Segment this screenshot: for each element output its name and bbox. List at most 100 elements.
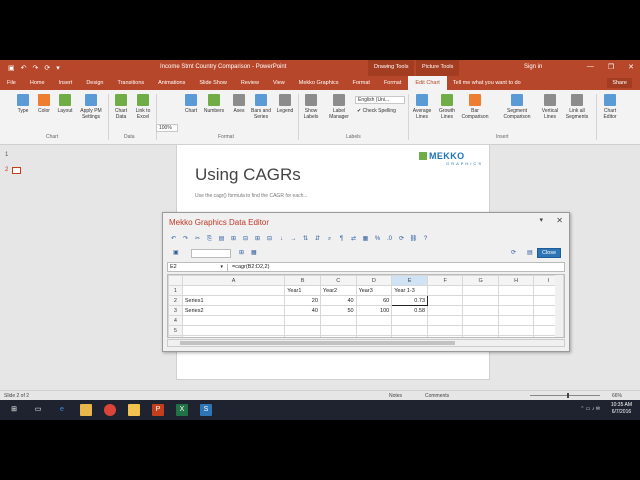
cut-icon[interactable]: ✂ bbox=[193, 235, 202, 243]
column-header-a[interactable]: A bbox=[181, 275, 286, 286]
grid-cell[interactable] bbox=[181, 335, 286, 337]
grid-cell[interactable] bbox=[319, 315, 357, 326]
link-to-excel-button[interactable]: Link to Excel bbox=[132, 94, 154, 120]
file-explorer-icon[interactable] bbox=[80, 404, 92, 416]
clock[interactable]: 10:35 AM 6/7/2016 bbox=[611, 402, 632, 416]
show-labels-button[interactable]: Show Labels bbox=[300, 94, 322, 120]
delete-column-icon[interactable]: ⊟ bbox=[265, 235, 274, 243]
font-dropdown[interactable] bbox=[191, 249, 231, 258]
grid-cell[interactable] bbox=[462, 285, 499, 296]
tab-format-drawing[interactable]: Format bbox=[346, 76, 377, 90]
grid-cell[interactable]: Series2 bbox=[181, 305, 286, 316]
tab-review[interactable]: Review bbox=[234, 76, 266, 90]
tab-transitions[interactable]: Transitions bbox=[110, 76, 151, 90]
type-button[interactable]: Type bbox=[12, 94, 34, 114]
fill-down-icon[interactable]: ↓ bbox=[277, 235, 286, 243]
mekko-app-icon[interactable]: S bbox=[200, 404, 212, 416]
slide-subtext[interactable]: Use the cagr() formula to find the CAGR … bbox=[195, 193, 308, 199]
color-button[interactable]: Color bbox=[33, 94, 55, 114]
column-header-d[interactable]: D bbox=[355, 275, 393, 286]
zoom-level[interactable]: 66% bbox=[612, 393, 622, 399]
row-header[interactable]: 6 bbox=[168, 335, 183, 337]
row-header[interactable]: 5 bbox=[168, 325, 183, 336]
tab-format-picture[interactable]: Format bbox=[377, 76, 408, 90]
tab-view[interactable]: View bbox=[266, 76, 292, 90]
editor-close-icon[interactable]: ✕ bbox=[556, 216, 563, 225]
grid-cell[interactable] bbox=[497, 295, 535, 306]
column-header-e[interactable]: E bbox=[391, 275, 429, 286]
grid-cell[interactable] bbox=[427, 285, 464, 296]
chart-refresh-icon[interactable]: ⟳ bbox=[397, 235, 406, 243]
cell-reference-box[interactable]: E2 ▾ bbox=[170, 264, 228, 271]
grid-cell[interactable] bbox=[497, 315, 535, 326]
find-icon[interactable]: ⌕ bbox=[325, 235, 334, 243]
grid-cell[interactable] bbox=[462, 305, 499, 316]
link-all-segments-button[interactable]: Link all Segments bbox=[562, 94, 592, 120]
transpose-icon[interactable]: ⇄ bbox=[349, 235, 358, 243]
check-spelling-button[interactable]: ✔ Check Spelling bbox=[357, 108, 396, 114]
grid-cell[interactable] bbox=[391, 335, 429, 337]
label-manager-button[interactable]: Label Manager bbox=[326, 94, 352, 120]
grid-cell[interactable] bbox=[355, 315, 393, 326]
chart-button[interactable]: Chart bbox=[180, 94, 202, 114]
percent-icon[interactable]: % bbox=[373, 235, 382, 243]
tab-file[interactable]: File bbox=[0, 76, 23, 90]
horizontal-scrollbar[interactable] bbox=[167, 339, 565, 347]
undo-icon[interactable]: ↶ bbox=[169, 235, 178, 243]
grid-cell[interactable]: 50 bbox=[319, 305, 357, 316]
grid-cell[interactable] bbox=[355, 335, 393, 337]
save-icon[interactable]: ▣ bbox=[8, 64, 15, 72]
close-icon[interactable]: ✕ bbox=[628, 63, 634, 71]
grid-cell[interactable]: Series1 bbox=[181, 295, 286, 306]
editor-menu-icon[interactable]: ▾ bbox=[539, 216, 543, 224]
grid-cell[interactable]: Year3 bbox=[355, 285, 393, 296]
excel-icon[interactable]: X bbox=[176, 404, 188, 416]
layout-button[interactable]: Layout bbox=[54, 94, 76, 114]
axes-button[interactable]: Axes bbox=[228, 94, 250, 114]
average-lines-button[interactable]: Average Lines bbox=[410, 94, 434, 120]
redo-icon[interactable]: ↷ bbox=[33, 64, 39, 72]
copy-icon[interactable]: ⎘ bbox=[205, 235, 214, 243]
grid-cell[interactable] bbox=[462, 335, 499, 337]
growth-lines-button[interactable]: Growth Lines bbox=[436, 94, 458, 120]
grid-cell[interactable] bbox=[355, 325, 393, 336]
grid-cell[interactable] bbox=[462, 295, 499, 306]
vertical-lines-button[interactable]: Vertical Lines bbox=[538, 94, 562, 120]
grid-cell[interactable] bbox=[497, 325, 535, 336]
repeat-icon[interactable]: ⟳ bbox=[44, 64, 50, 72]
grid-cell[interactable] bbox=[462, 325, 499, 336]
column-header-f[interactable]: F bbox=[427, 275, 464, 286]
grid-cell[interactable]: 0.58 bbox=[391, 305, 429, 316]
grid-cell[interactable]: Year 1-3 bbox=[391, 285, 429, 296]
segment-comparison-button[interactable]: Segment Comparison bbox=[500, 94, 534, 120]
grid-cell[interactable] bbox=[319, 335, 357, 337]
grid-cell[interactable] bbox=[497, 305, 535, 316]
series-icon[interactable]: ▦ bbox=[361, 235, 370, 243]
powerpoint-icon[interactable]: P bbox=[152, 404, 164, 416]
tab-design[interactable]: Design bbox=[79, 76, 110, 90]
chart-editor-button[interactable]: Chart Editor bbox=[598, 94, 622, 120]
bar-comparison-button[interactable]: Bar Comparison bbox=[460, 94, 490, 120]
fill-right-icon[interactable]: → bbox=[289, 235, 298, 243]
row-header[interactable]: 3 bbox=[168, 305, 183, 316]
grid-cell[interactable] bbox=[181, 285, 286, 296]
slide-heading[interactable]: Using CAGRs bbox=[195, 165, 301, 185]
grid-cell[interactable] bbox=[497, 335, 535, 337]
grid-cell[interactable] bbox=[319, 325, 357, 336]
start-icon[interactable]: ⊞ bbox=[8, 404, 20, 416]
grid-cell[interactable] bbox=[181, 315, 286, 326]
grid-cell[interactable] bbox=[427, 315, 464, 326]
system-tray-icons[interactable]: ⌃ ▭ ♪ ✉ bbox=[580, 406, 600, 412]
tab-slide-show[interactable]: Slide Show bbox=[192, 76, 234, 90]
excel-icon[interactable]: ▤ bbox=[527, 249, 533, 256]
grid-cell[interactable]: 40 bbox=[319, 295, 357, 306]
tab-animations[interactable]: Animations bbox=[151, 76, 192, 90]
grid-cell[interactable] bbox=[284, 325, 321, 336]
grid-icon[interactable]: ▦ bbox=[251, 249, 257, 256]
tab-edit-chart[interactable]: Edit Chart bbox=[408, 76, 447, 90]
chrome-icon[interactable] bbox=[104, 404, 116, 416]
format-icon[interactable]: ¶ bbox=[337, 235, 346, 243]
import-icon[interactable]: ▣ bbox=[173, 249, 179, 256]
slide-number-2[interactable]: 2 bbox=[5, 167, 8, 173]
app-icon[interactable] bbox=[128, 404, 140, 416]
